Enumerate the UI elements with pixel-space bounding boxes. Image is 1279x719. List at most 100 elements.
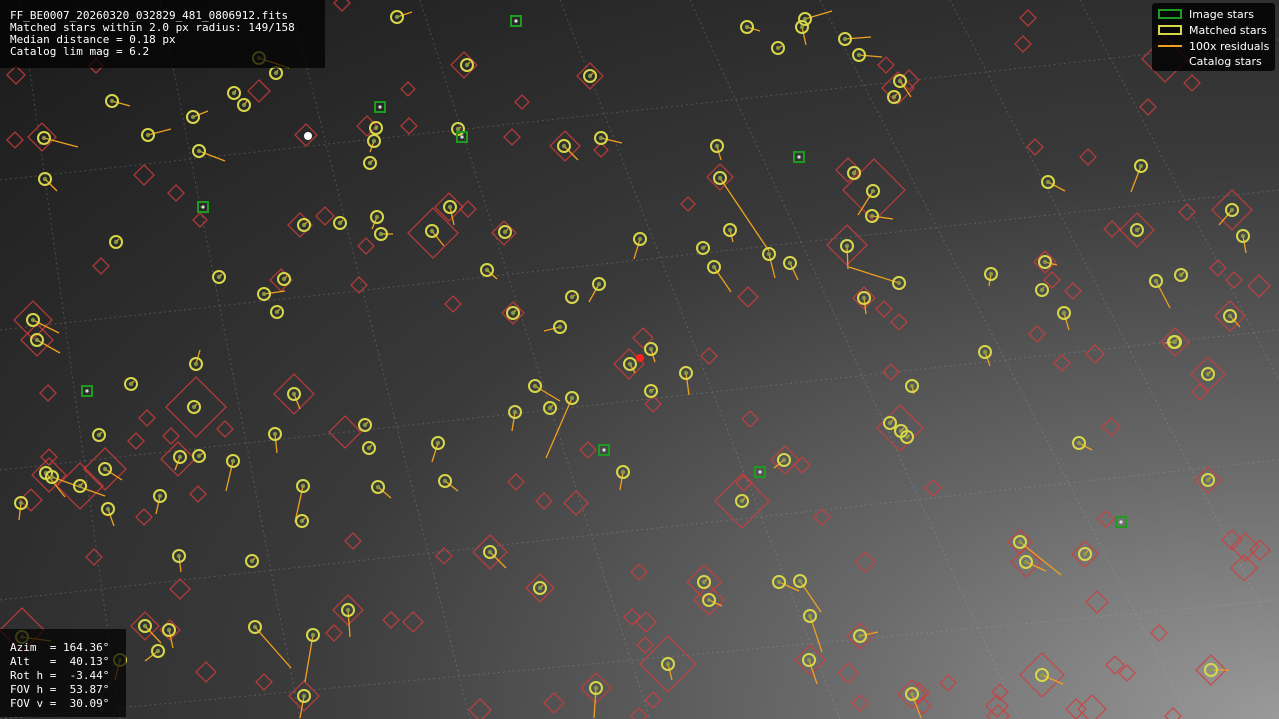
grid-line bbox=[159, 0, 301, 719]
residuals-layer bbox=[18, 10, 1247, 719]
catalog-star-diamond bbox=[255, 673, 273, 691]
matched-star-center bbox=[781, 457, 787, 463]
residual-line bbox=[144, 625, 162, 644]
legend-item-matched-stars: Matched stars bbox=[1158, 22, 1267, 38]
matched-star-center bbox=[142, 623, 148, 629]
catalog-star-diamond bbox=[939, 674, 957, 692]
matched-star-center bbox=[547, 405, 553, 411]
catalog-star-diamond bbox=[837, 662, 859, 684]
catalog-star-diamond bbox=[189, 485, 207, 503]
matched-star-center bbox=[587, 73, 593, 79]
matched-star-center bbox=[464, 62, 470, 68]
matched-star-center bbox=[429, 228, 435, 234]
catalog-star-diamond bbox=[382, 611, 400, 629]
matched-star-center bbox=[176, 553, 182, 559]
matched-star-center bbox=[844, 243, 850, 249]
matched-star-center bbox=[193, 361, 199, 367]
matched-star-center bbox=[1178, 272, 1184, 278]
matched-star-center bbox=[230, 458, 236, 464]
image-star-dot bbox=[514, 19, 518, 23]
catalog-star-diamond bbox=[1178, 203, 1196, 221]
matched-star-center bbox=[1017, 539, 1023, 545]
catalog-star-diamond bbox=[877, 56, 895, 74]
matched-star-center bbox=[1229, 207, 1235, 213]
matched-star-center bbox=[96, 432, 102, 438]
catalog-star-diamond bbox=[459, 200, 477, 218]
matched-star-center bbox=[310, 632, 316, 638]
catalog-star-diamond bbox=[247, 79, 271, 103]
matched-star-center bbox=[683, 370, 689, 376]
yellow-circle-icon bbox=[1158, 25, 1182, 35]
matched-star-center bbox=[510, 310, 516, 316]
matched-star-center bbox=[42, 176, 48, 182]
residual-line bbox=[667, 663, 673, 681]
catalog-star-diamond bbox=[39, 384, 57, 402]
matched-star-center bbox=[435, 440, 441, 446]
catalog-star-diamond bbox=[630, 707, 648, 719]
matched-star-center bbox=[375, 484, 381, 490]
catalog-star-diamond bbox=[40, 448, 58, 466]
residual-line bbox=[254, 626, 292, 669]
matched-star-center bbox=[700, 245, 706, 251]
matched-star-center bbox=[281, 276, 287, 282]
matched-star-center bbox=[373, 125, 379, 131]
catalog-star-diamond bbox=[1183, 74, 1201, 92]
catalog-star-diamond bbox=[876, 404, 924, 452]
matched-star-center bbox=[196, 148, 202, 154]
residual-line bbox=[32, 319, 60, 334]
matched-star-center bbox=[714, 143, 720, 149]
catalog-star-diamond bbox=[195, 661, 217, 683]
matched-star-center bbox=[909, 383, 915, 389]
image-stars-layer bbox=[81, 15, 1127, 528]
pointing-info-panel: Azim = 164.36° Alt = 40.13° Rot h = -3.44°… bbox=[0, 629, 126, 717]
catalog-star-diamond bbox=[579, 441, 597, 459]
matched-star-center bbox=[34, 337, 40, 343]
legend-item-residuals: 100x residuals bbox=[1158, 38, 1269, 54]
catalog-star-diamond bbox=[1103, 220, 1121, 238]
matched-star-center bbox=[241, 102, 247, 108]
matched-star-center bbox=[857, 633, 863, 639]
matched-star-center bbox=[897, 78, 903, 84]
catalog-star-diamond bbox=[344, 532, 362, 550]
matched-star-center bbox=[701, 579, 707, 585]
grid-line bbox=[0, 329, 1279, 471]
catalog-star-diamond bbox=[216, 420, 234, 438]
matched-star-center bbox=[1134, 227, 1140, 233]
matched-star-center bbox=[166, 627, 172, 633]
fov-h-text: FOV h = 53.87° bbox=[10, 683, 110, 696]
matched-star-center bbox=[648, 346, 654, 352]
azimuth-text: Azim = 164.36° bbox=[10, 641, 110, 654]
matched-star-center bbox=[484, 267, 490, 273]
matched-star-center bbox=[988, 271, 994, 277]
matched-star-center bbox=[177, 454, 183, 460]
residual-line bbox=[685, 372, 690, 396]
matched-star-center bbox=[1023, 559, 1029, 565]
matched-star-center bbox=[982, 349, 988, 355]
matched-star-center bbox=[378, 231, 384, 237]
image-star-dot bbox=[758, 470, 762, 474]
catalog-star-diamond bbox=[1221, 529, 1243, 551]
residual-line bbox=[263, 290, 286, 295]
matched-star-center bbox=[596, 281, 602, 287]
matched-star-center bbox=[301, 222, 307, 228]
catalog-star-diamond bbox=[635, 611, 657, 633]
matched-star-center bbox=[113, 239, 119, 245]
catalog-lim-mag-text: Catalog lim mag = 6.2 bbox=[10, 45, 150, 58]
rotation-text: Rot h = -3.44° bbox=[10, 669, 110, 682]
legend-label: Matched stars bbox=[1189, 23, 1267, 37]
catalog-star-diamond bbox=[328, 415, 362, 449]
catalog-star-diamond bbox=[192, 212, 208, 228]
matched-star-center bbox=[806, 657, 812, 663]
matched-star-center bbox=[1171, 339, 1177, 345]
matched-star-center bbox=[299, 518, 305, 524]
catalog-star-diamond bbox=[630, 563, 648, 581]
catalog-star-diamond bbox=[357, 237, 375, 255]
matched-star-center bbox=[30, 317, 36, 323]
image-star-dot bbox=[602, 448, 606, 452]
matched-star-center bbox=[593, 685, 599, 691]
catalog-star-diamond bbox=[27, 122, 57, 152]
matched-star-center bbox=[1205, 371, 1211, 377]
matched-star-center bbox=[1042, 259, 1048, 265]
image-star-dot bbox=[85, 389, 89, 393]
catalog-star-diamond bbox=[85, 548, 103, 566]
